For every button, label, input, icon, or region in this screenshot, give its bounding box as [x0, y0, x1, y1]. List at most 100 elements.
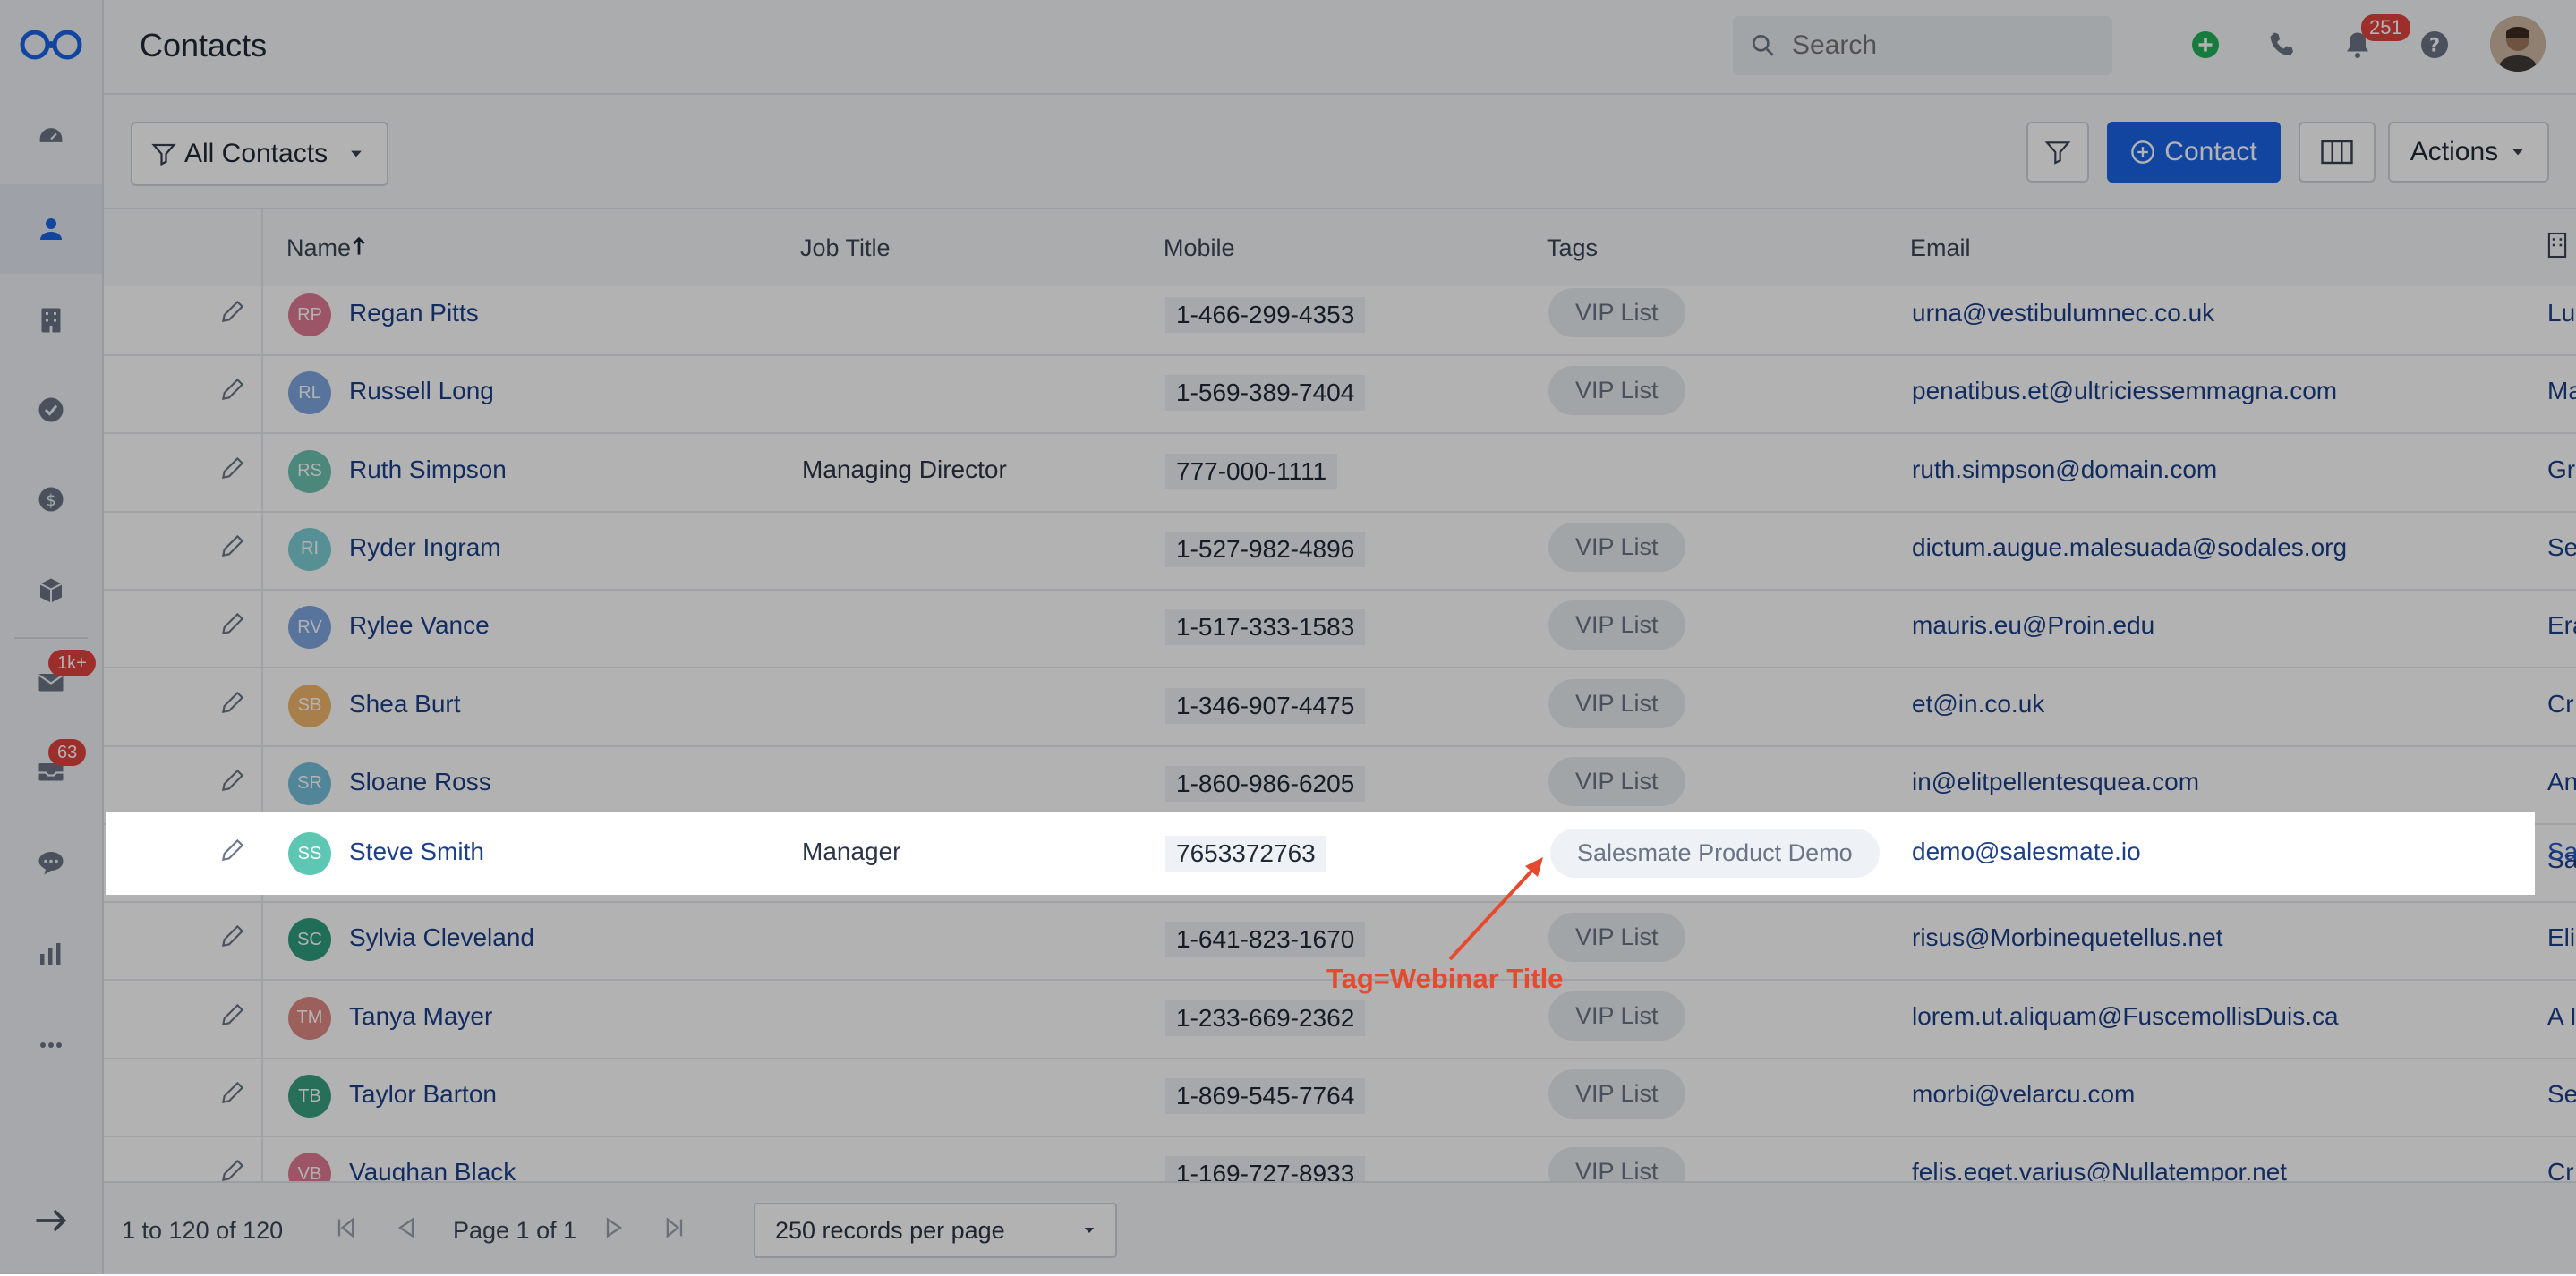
column-company[interactable]: [2546, 231, 2569, 266]
sidebar-expand-button[interactable]: [0, 1185, 102, 1256]
edit-icon[interactable]: [218, 297, 247, 326]
tag-chip[interactable]: VIP List: [1548, 991, 1685, 1041]
edit-icon[interactable]: [218, 454, 247, 482]
sidebar-item-products[interactable]: [0, 546, 102, 635]
tag-chip[interactable]: VIP List: [1548, 1069, 1685, 1119]
column-name[interactable]: Name: [286, 234, 367, 262]
company-cell[interactable]: Ma: [2547, 377, 2576, 405]
sidebar-item-tasks[interactable]: [0, 365, 102, 455]
tag-chip[interactable]: VIP List: [1548, 522, 1685, 572]
table-row[interactable]: RP Regan Pitts 1-466-299-4353 VIP List urna@…: [104, 286, 2576, 356]
email-link[interactable]: urna@vestibulumnec.co.uk: [1912, 299, 2214, 328]
email-link[interactable]: et@in.co.uk: [1912, 690, 2044, 719]
sidebar-item-dashboard[interactable]: [0, 93, 102, 183]
last-page-icon[interactable]: [662, 1215, 687, 1240]
table-row[interactable]: RV Rylee Vance 1-517-333-1583 VIP List mauri…: [104, 590, 2576, 669]
company-cell[interactable]: Se: [2547, 1080, 2576, 1109]
contact-name[interactable]: Regan Pitts: [349, 299, 479, 328]
company-cell[interactable]: Se: [2547, 533, 2576, 562]
search-box[interactable]: [1733, 16, 2112, 75]
tag-chip[interactable]: Salesmate Product Demo: [1550, 829, 1880, 878]
view-selector[interactable]: All Contacts: [131, 122, 388, 186]
tag-chip[interactable]: VIP List: [1548, 288, 1685, 337]
sidebar-item-companies[interactable]: [0, 276, 102, 365]
contact-name[interactable]: Rylee Vance: [349, 611, 490, 640]
mobile-number[interactable]: 1-466-299-4353: [1165, 297, 1366, 333]
contact-name[interactable]: Ryder Ingram: [349, 533, 501, 562]
tag-chip[interactable]: VIP List: [1548, 600, 1685, 651]
help-button[interactable]: ?: [2415, 25, 2454, 64]
prev-page-icon[interactable]: [394, 1215, 419, 1240]
mobile-number[interactable]: 7653372763: [1165, 836, 1326, 872]
filter-button[interactable]: [2026, 122, 2089, 183]
edit-icon[interactable]: [218, 375, 247, 404]
company-cell[interactable]: Sa: [2547, 838, 2576, 866]
email-link[interactable]: in@elitpellentesquea.com: [1912, 768, 2199, 796]
column-tags[interactable]: Tags: [1547, 234, 1598, 262]
mobile-number[interactable]: 1-346-907-4475: [1165, 687, 1366, 724]
add-contact-button[interactable]: Contact: [2107, 122, 2281, 183]
sidebar-item-inbox[interactable]: 63: [0, 727, 102, 816]
column-email[interactable]: Email: [1910, 234, 1971, 262]
email-link[interactable]: penatibus.et@ultriciessemmagna.com: [1912, 377, 2337, 405]
edit-icon[interactable]: [218, 1156, 247, 1181]
sidebar-item-deals[interactable]: $: [0, 455, 102, 544]
edit-icon[interactable]: [218, 1000, 247, 1029]
edit-icon[interactable]: [218, 532, 247, 560]
records-per-page-select[interactable]: 250 records per page: [754, 1203, 1117, 1258]
edit-icon[interactable]: [218, 836, 247, 864]
table-row[interactable]: SR Sloane Ross 1-860-986-6205 VIP List in@el…: [104, 745, 2576, 825]
email-link[interactable]: felis.eget.varius@Nullatempor.net: [1912, 1158, 2287, 1181]
sidebar-item-more[interactable]: [0, 1000, 102, 1090]
company-cell[interactable]: Lu: [2547, 299, 2575, 328]
mobile-number[interactable]: 1-233-669-2362: [1165, 1000, 1366, 1036]
column-mobile[interactable]: Mobile: [1164, 234, 1235, 262]
column-job-title[interactable]: Job Title: [800, 234, 891, 262]
mobile-number[interactable]: 777-000-1111: [1165, 453, 1338, 489]
edit-icon[interactable]: [218, 922, 247, 950]
mobile-number[interactable]: 1-517-333-1583: [1165, 609, 1366, 646]
contact-name[interactable]: Taylor Barton: [349, 1080, 497, 1109]
email-link[interactable]: dictum.augue.malesuada@sodales.org: [1912, 533, 2347, 562]
mobile-number[interactable]: 1-169-727-8933: [1165, 1156, 1366, 1181]
quick-add-button[interactable]: [2186, 25, 2225, 64]
contact-name[interactable]: Tanya Mayer: [349, 1002, 492, 1031]
sidebar-item-email[interactable]: 1k+: [0, 637, 102, 727]
company-cell[interactable]: Cr: [2547, 690, 2574, 719]
table-row[interactable]: VB Vaughan Black 1-169-727-8933 VIP List fel…: [104, 1136, 2576, 1181]
email-link[interactable]: morbi@velarcu.com: [1912, 1080, 2135, 1109]
tag-chip[interactable]: VIP List: [1548, 366, 1685, 416]
next-page-icon[interactable]: [601, 1215, 627, 1240]
search-input[interactable]: [1790, 30, 2098, 62]
sidebar-item-chat[interactable]: [0, 818, 102, 907]
mobile-number[interactable]: 1-527-982-4896: [1165, 531, 1366, 567]
company-cell[interactable]: Cr: [2547, 1158, 2574, 1181]
mobile-number[interactable]: 1-641-823-1670: [1165, 922, 1366, 958]
email-link[interactable]: lorem.ut.aliquam@FuscemollisDuis.ca: [1912, 1002, 2339, 1031]
company-cell[interactable]: An: [2547, 768, 2576, 796]
columns-button[interactable]: [2299, 122, 2376, 183]
user-avatar[interactable]: [2490, 16, 2546, 72]
contact-name[interactable]: Steve Smith: [349, 838, 484, 866]
company-cell[interactable]: Eli: [2547, 923, 2575, 952]
contact-name[interactable]: Sloane Ross: [349, 768, 491, 796]
table-row[interactable]: RS Ruth Simpson Managing Director 777-000-1…: [104, 433, 2576, 513]
phone-button[interactable]: [2263, 25, 2302, 64]
email-link[interactable]: risus@Morbinequetellus.net: [1912, 923, 2222, 952]
mobile-number[interactable]: 1-869-545-7764: [1165, 1078, 1366, 1114]
sidebar-item-reports[interactable]: [0, 909, 102, 999]
company-cell[interactable]: Era: [2547, 611, 2576, 640]
edit-icon[interactable]: [218, 609, 247, 638]
actions-button[interactable]: Actions: [2388, 122, 2549, 183]
table-row[interactable]: TB Taylor Barton 1-869-545-7764 VIP List mor…: [104, 1059, 2576, 1137]
contact-name[interactable]: Ruth Simpson: [349, 455, 507, 484]
company-cell[interactable]: Gr: [2547, 455, 2575, 484]
highlighted-row[interactable]: SS Steve Smith Manager 7653372763 Salesm…: [107, 814, 2576, 893]
company-cell[interactable]: A I: [2547, 1002, 2576, 1031]
contact-name[interactable]: Russell Long: [349, 377, 494, 405]
logo-icon[interactable]: [15, 23, 87, 66]
mobile-number[interactable]: 1-569-389-7404: [1165, 375, 1366, 412]
tag-chip[interactable]: VIP List: [1548, 678, 1685, 728]
email-link[interactable]: ruth.simpson@domain.com: [1912, 455, 2217, 484]
mobile-number[interactable]: 1-860-986-6205: [1165, 765, 1366, 802]
